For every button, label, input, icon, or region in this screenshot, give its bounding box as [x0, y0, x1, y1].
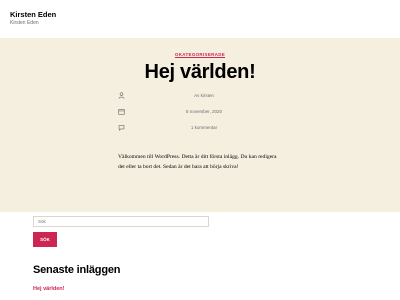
post-title[interactable]: Hej världen! [0, 61, 400, 84]
site-header: Kirsten Eden Kirsten Eden [0, 0, 400, 38]
recent-posts-heading: Senaste inläggen [33, 264, 121, 276]
post-author-link[interactable]: Av kirsten [118, 93, 290, 98]
post-meta-date: 8 november, 2020 [118, 108, 278, 118]
post-date-link[interactable]: 8 november, 2020 [118, 109, 290, 114]
post-content: Välkommen till WordPress. Detta är ditt … [118, 154, 277, 170]
site-title[interactable]: Kirsten Eden [10, 10, 56, 19]
recent-post-link[interactable]: Hej världen! [33, 286, 64, 292]
search-button[interactable]: SÖK [33, 232, 57, 247]
post-comments-link[interactable]: 1 kommentar [118, 125, 290, 130]
post-meta-comments: 1 kommentar [118, 124, 278, 134]
post-meta-author: Av kirsten [118, 92, 278, 102]
search-input[interactable] [33, 216, 209, 227]
site-description: Kirsten Eden [10, 20, 39, 26]
post-category-link[interactable]: OKATEGORISERADE [0, 52, 400, 57]
